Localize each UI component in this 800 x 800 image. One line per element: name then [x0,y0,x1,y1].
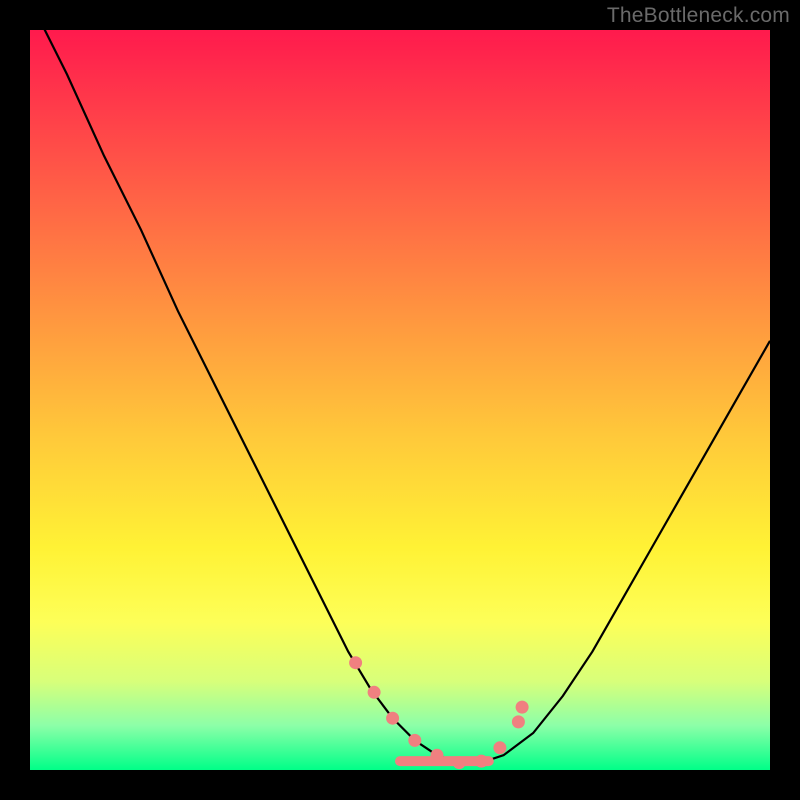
marker-dot [516,701,529,714]
marker-dot [453,756,466,769]
bottleneck-curve [30,0,770,762]
curve-markers [349,656,528,769]
watermark-text: TheBottleneck.com [607,4,790,28]
marker-dot [386,712,399,725]
marker-dot [431,749,444,762]
chart-svg [30,30,770,770]
marker-dot [349,656,362,669]
marker-dot [408,734,421,747]
marker-dot [475,755,488,768]
marker-dot [512,715,525,728]
marker-dot [368,686,381,699]
chart-frame: TheBottleneck.com [0,0,800,800]
plot-area [30,30,770,770]
marker-dot [493,741,506,754]
